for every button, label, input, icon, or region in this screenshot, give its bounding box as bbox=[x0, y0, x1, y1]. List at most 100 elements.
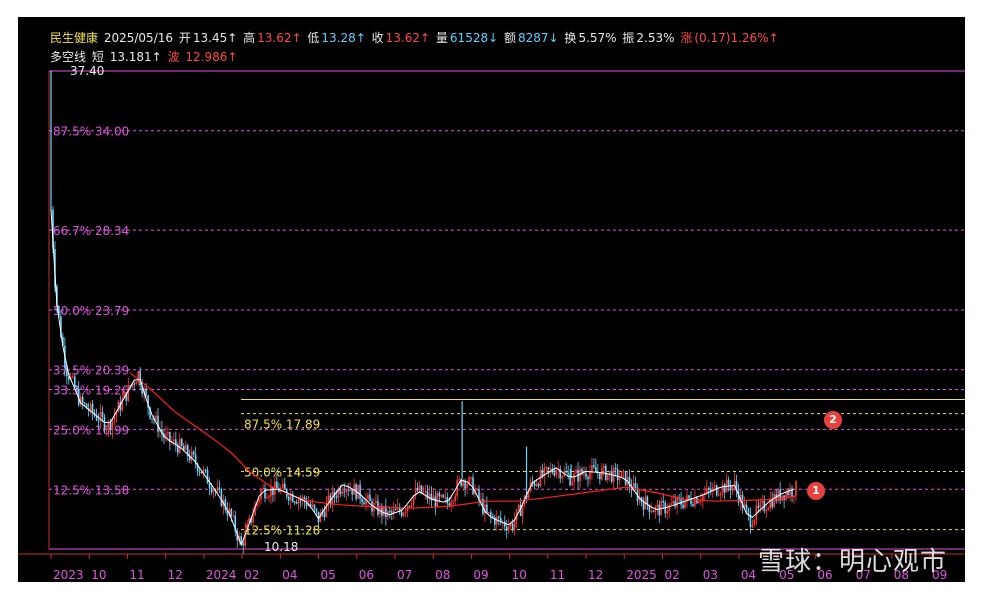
candle-body bbox=[618, 477, 621, 481]
candle-body bbox=[400, 511, 403, 516]
candle-body bbox=[137, 371, 139, 383]
candle-body bbox=[230, 508, 233, 516]
candle-body bbox=[747, 508, 750, 515]
candle-body bbox=[614, 467, 617, 470]
candle-body bbox=[583, 473, 585, 475]
candle-body bbox=[317, 511, 320, 523]
candle-body bbox=[533, 482, 536, 486]
candle-body bbox=[656, 504, 659, 508]
candle-body bbox=[610, 471, 613, 482]
candle-body bbox=[208, 483, 211, 488]
candle-body bbox=[101, 411, 104, 417]
candle-body bbox=[603, 465, 605, 469]
x-tick-label-10: 08 bbox=[435, 568, 450, 582]
wave-label: 波 bbox=[167, 50, 180, 64]
candle-body bbox=[418, 485, 421, 491]
x-tick-label-15: 2025 bbox=[626, 568, 657, 582]
candle-body bbox=[573, 473, 575, 482]
candle-body bbox=[311, 504, 314, 507]
candle-body bbox=[242, 543, 244, 546]
candle-body bbox=[323, 512, 326, 517]
change-value: (0.17)1.26%↑ bbox=[694, 31, 779, 45]
candle-body bbox=[135, 382, 137, 385]
candle-body bbox=[133, 383, 136, 385]
candle-body bbox=[210, 487, 213, 493]
stock-name[interactable]: 民生健康 bbox=[50, 31, 98, 45]
candle-body bbox=[503, 521, 506, 527]
candle-body bbox=[357, 484, 359, 499]
candle-body bbox=[666, 510, 669, 514]
candle-body bbox=[713, 485, 716, 488]
candle-body bbox=[694, 497, 696, 507]
candle-body bbox=[466, 484, 468, 489]
x-tick-label-8: 06 bbox=[359, 568, 374, 582]
candle-body bbox=[220, 489, 223, 507]
candle-body bbox=[486, 504, 488, 513]
candle-body bbox=[363, 502, 365, 505]
candle-body bbox=[761, 501, 764, 504]
candle-body bbox=[745, 504, 748, 509]
sub-fib-label-1: 50.0% 14.59 bbox=[244, 466, 320, 480]
fib-label-6: 12.5% 13.58 bbox=[53, 483, 129, 497]
sub-fib-label-0: 87.5% 17.89 bbox=[244, 418, 320, 432]
candle-body bbox=[284, 483, 286, 489]
candle-body bbox=[107, 421, 110, 429]
candle-body bbox=[180, 439, 183, 446]
candle-body bbox=[652, 511, 655, 513]
candle-body bbox=[216, 487, 219, 491]
candle-body bbox=[335, 496, 338, 498]
candle-body bbox=[345, 489, 348, 493]
candle-body bbox=[567, 472, 569, 475]
candle-body bbox=[315, 508, 318, 512]
candle-body bbox=[688, 495, 690, 499]
candle-body bbox=[513, 520, 516, 530]
candle-body bbox=[662, 501, 665, 503]
candle-body bbox=[787, 491, 789, 496]
candle-body bbox=[155, 415, 157, 420]
candle-body bbox=[545, 467, 548, 469]
candle-body bbox=[719, 493, 722, 495]
candle-body bbox=[206, 469, 209, 484]
marker-2-badge[interactable]: 2 bbox=[824, 411, 842, 429]
candle-body bbox=[727, 479, 730, 487]
candle-body bbox=[282, 483, 284, 488]
candle-body bbox=[436, 493, 439, 507]
candle-body bbox=[434, 496, 437, 507]
candle-body bbox=[670, 503, 672, 505]
candle-body bbox=[723, 484, 726, 493]
candle-body bbox=[184, 445, 187, 451]
candle-body bbox=[715, 485, 718, 496]
candle-body bbox=[585, 473, 587, 478]
candle-body bbox=[297, 499, 300, 504]
candle-body bbox=[420, 485, 423, 494]
x-tick-label-18: 04 bbox=[741, 568, 756, 582]
candle-body bbox=[698, 501, 700, 504]
sub-fib-label-2: 12.5% 11.28 bbox=[244, 524, 320, 538]
x-tick-label-17: 03 bbox=[703, 568, 718, 582]
candle-body bbox=[642, 502, 645, 510]
candle-body bbox=[339, 488, 342, 494]
candle-body bbox=[377, 500, 379, 515]
candle-body bbox=[571, 481, 573, 486]
candle-body bbox=[272, 487, 274, 495]
wave-value: 12.986↑ bbox=[185, 50, 238, 64]
marker-1-badge[interactable]: 1 bbox=[807, 482, 825, 500]
candle-body bbox=[721, 484, 724, 494]
watermark-text: 雪球：明心观市 bbox=[757, 547, 947, 577]
candle-body bbox=[127, 385, 130, 401]
candlestick-chart[interactable]: 37.4087.5% 34.0066.7% 28.3450.0% 23.7937… bbox=[18, 17, 965, 582]
candle-body bbox=[549, 468, 552, 470]
candle-body bbox=[692, 504, 694, 507]
candle-body bbox=[375, 500, 377, 504]
candle-body bbox=[422, 492, 425, 494]
candle-body bbox=[359, 484, 361, 499]
candle-body bbox=[517, 504, 520, 510]
candle-body bbox=[765, 510, 768, 512]
indicator-name[interactable]: 多空线 bbox=[50, 50, 86, 64]
candle-body bbox=[795, 481, 797, 496]
candle-body bbox=[402, 512, 405, 516]
close-value: 13.62↑ bbox=[385, 31, 431, 45]
candle-body bbox=[650, 511, 653, 513]
min-price-label: 10.18 bbox=[264, 540, 298, 554]
candle-body bbox=[198, 471, 201, 473]
